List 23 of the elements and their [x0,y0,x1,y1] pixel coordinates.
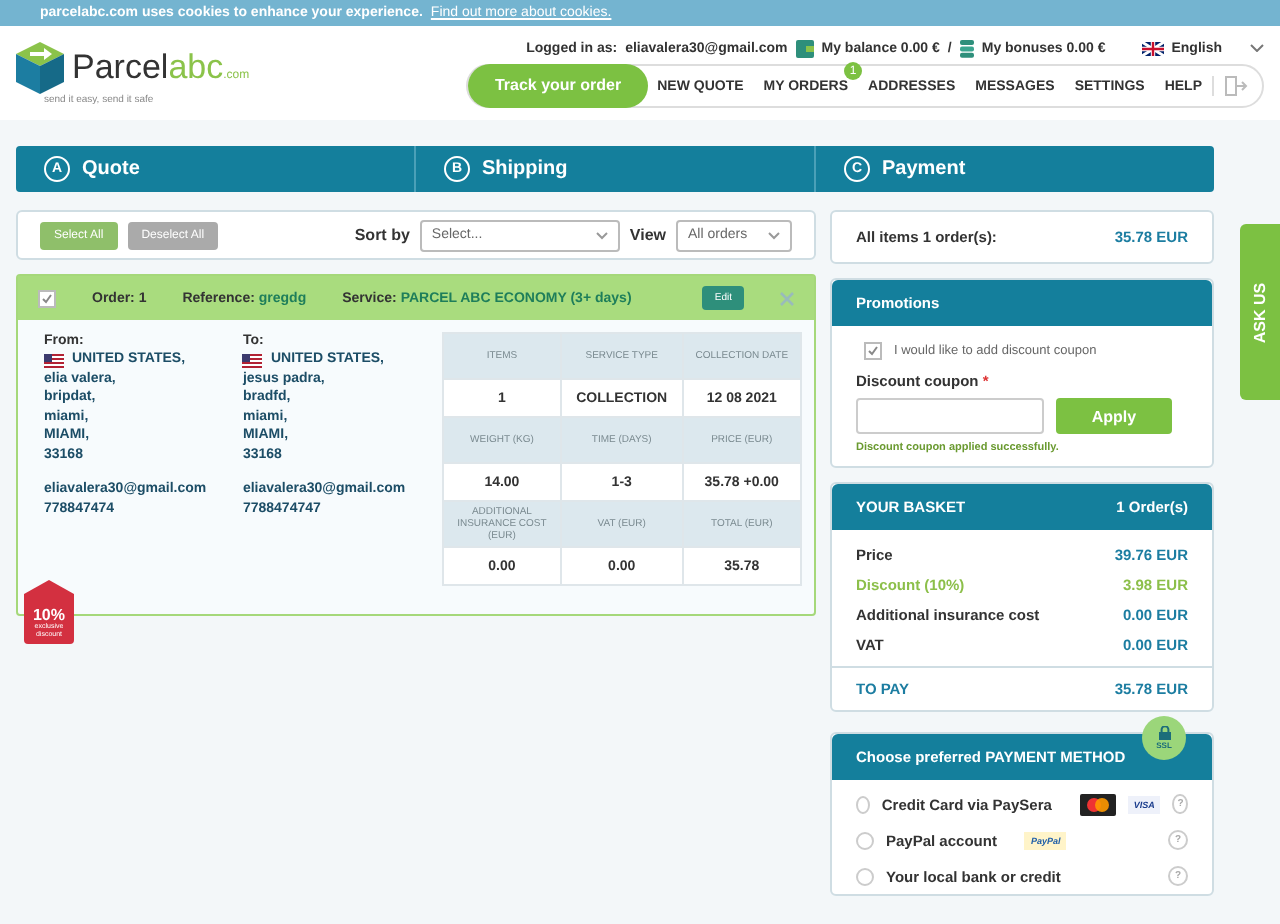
radio-button[interactable] [856,867,874,885]
discount-percent: 10% [30,606,67,625]
us-flag-icon [242,353,263,368]
card-logo-icon [1079,793,1116,815]
radio-button[interactable] [856,831,874,849]
cube-logo-icon [16,41,64,93]
step-label: Shipping [482,158,568,180]
coupon-input-field[interactable] [856,398,1044,434]
radio-button[interactable] [856,795,870,813]
coins-icon [959,39,974,57]
coupon-checkbox[interactable] [864,342,882,360]
chevron-down-icon [768,231,780,239]
sort-by-label: Sort by [354,226,410,244]
us-flag-icon [44,353,64,368]
view-label: View [629,226,666,244]
wallet-icon [795,39,814,57]
step-label: Payment [882,158,966,180]
uk-flag-icon [1141,41,1164,55]
chevron-down-icon [1250,44,1264,52]
close-icon[interactable] [780,291,794,305]
order-checkbox[interactable] [38,289,56,307]
chevron-down-icon [595,231,608,239]
step-label: Quote [82,158,140,180]
